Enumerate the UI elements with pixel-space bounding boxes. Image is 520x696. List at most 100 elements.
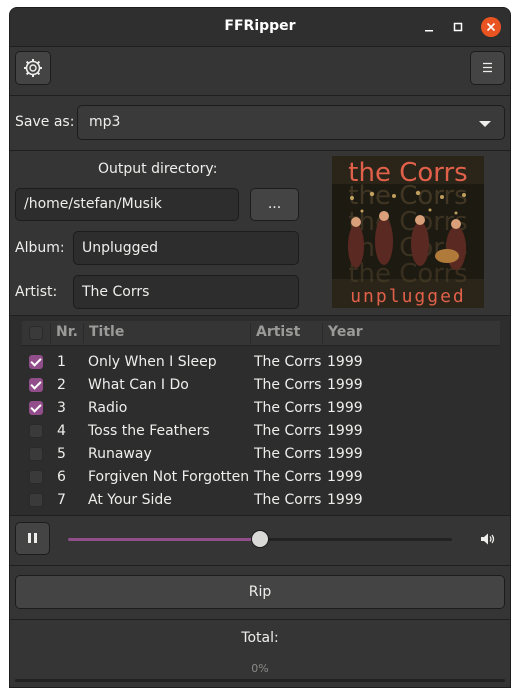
column-artist[interactable]: Artist <box>256 324 300 340</box>
track-row[interactable]: 4 Toss the Feathers The Corrs 1999 <box>22 420 500 443</box>
track-title: Radio <box>88 400 128 416</box>
track-nr: 3 <box>57 400 66 416</box>
track-row[interactable]: 5 Runaway The Corrs 1999 <box>22 443 500 466</box>
track-artist: The Corrs <box>254 377 322 393</box>
artist-label: Artist: <box>15 284 58 300</box>
app-window: FFRipper Save as: mp3 Output directory: … <box>9 7 511 688</box>
track-year: 1999 <box>327 492 363 508</box>
close-icon <box>486 22 496 32</box>
format-dropdown[interactable]: mp3 <box>77 105 505 140</box>
track-checkbox[interactable] <box>29 493 43 507</box>
seek-slider[interactable] <box>68 530 452 548</box>
rip-button[interactable]: Rip <box>15 575 505 609</box>
album-field[interactable]: Unplugged <box>73 231 299 265</box>
track-artist: The Corrs <box>254 400 322 416</box>
column-title[interactable]: Title <box>89 324 124 340</box>
total-progress-bar <box>15 679 505 682</box>
volume-button[interactable] <box>476 528 498 550</box>
track-nr: 5 <box>57 446 66 462</box>
album-cover: the Corrs the Corrs the Corrs the Corrs … <box>332 156 484 308</box>
save-as-label: Save as: <box>15 114 75 130</box>
track-row[interactable]: 3 Radio The Corrs 1999 <box>22 397 500 420</box>
divider <box>10 515 510 516</box>
column-separator <box>322 323 323 343</box>
track-title: Only When I Sleep <box>88 354 217 370</box>
track-artist: The Corrs <box>254 354 322 370</box>
track-checkbox[interactable] <box>29 470 43 484</box>
track-list: Nr. Title Artist Year 1 Only When I Sleep… <box>10 316 510 515</box>
track-year: 1999 <box>327 354 363 370</box>
divider <box>10 150 510 151</box>
divider <box>10 619 510 620</box>
album-value: Unplugged <box>82 240 159 256</box>
track-row[interactable]: 6 Forgiven Not Forgotten The Corrs 1999 <box>22 466 500 489</box>
track-year: 1999 <box>327 423 363 439</box>
track-checkbox[interactable] <box>29 447 43 461</box>
track-checkbox[interactable] <box>29 424 43 438</box>
select-all-checkbox[interactable] <box>29 326 43 340</box>
album-cover-subtitle: unplugged <box>350 286 466 307</box>
track-year: 1999 <box>327 446 363 462</box>
output-path-value: /home/stefan/Musik <box>24 196 162 212</box>
output-directory-label: Output directory: <box>98 161 218 177</box>
track-title: Toss the Feathers <box>88 423 210 439</box>
track-nr: 7 <box>57 492 66 508</box>
track-checkbox[interactable] <box>29 355 43 369</box>
maximize-icon <box>453 22 463 32</box>
album-label: Album: <box>15 240 65 256</box>
track-title: What Can I Do <box>88 377 189 393</box>
pause-icon <box>28 533 37 543</box>
pause-button[interactable] <box>15 522 50 555</box>
title-bar: FFRipper <box>10 8 510 47</box>
menu-button[interactable] <box>470 51 505 85</box>
output-path-field[interactable]: /home/stefan/Musik <box>15 188 239 221</box>
track-row[interactable]: 2 What Can I Do The Corrs 1999 <box>22 374 500 397</box>
track-row[interactable]: 1 Only When I Sleep The Corrs 1999 <box>22 351 500 374</box>
hamburger-menu-icon <box>483 62 492 73</box>
close-button[interactable] <box>481 17 501 37</box>
divider <box>10 565 510 566</box>
minimize-icon <box>425 30 433 32</box>
track-year: 1999 <box>327 377 363 393</box>
track-artist: The Corrs <box>254 446 322 462</box>
track-artist: The Corrs <box>254 423 322 439</box>
artist-value: The Corrs <box>82 284 150 300</box>
minimize-button[interactable] <box>419 17 439 37</box>
column-separator <box>50 323 51 343</box>
track-title: Runaway <box>88 446 152 462</box>
column-separator <box>83 323 84 343</box>
column-year[interactable]: Year <box>328 324 363 340</box>
maximize-button[interactable] <box>448 17 468 37</box>
track-year: 1999 <box>327 400 363 416</box>
artist-field[interactable]: The Corrs <box>73 275 299 309</box>
track-title: At Your Side <box>88 492 172 508</box>
gear-icon <box>24 59 42 77</box>
speaker-volume-icon <box>481 533 495 545</box>
total-label: Total: <box>241 630 279 646</box>
track-nr: 1 <box>57 354 66 370</box>
chevron-down-icon <box>479 121 491 127</box>
total-progress-text: 0% <box>251 662 269 675</box>
browse-button[interactable]: ... <box>250 188 299 221</box>
track-nr: 2 <box>57 377 66 393</box>
track-artist: The Corrs <box>254 469 322 485</box>
settings-button[interactable] <box>15 51 51 85</box>
column-separator <box>250 323 251 343</box>
track-artist: The Corrs <box>254 492 322 508</box>
divider <box>10 95 510 96</box>
format-value: mp3 <box>89 114 121 130</box>
track-list-header: Nr. Title Artist Year <box>22 321 500 346</box>
rip-label: Rip <box>248 584 272 600</box>
seek-handle[interactable] <box>251 530 269 548</box>
album-cover-title: the Corrs <box>348 158 468 188</box>
track-nr: 4 <box>57 423 66 439</box>
column-nr[interactable]: Nr. <box>56 324 78 340</box>
track-nr: 6 <box>57 469 66 485</box>
track-checkbox[interactable] <box>29 401 43 415</box>
track-title: Forgiven Not Forgotten <box>88 469 250 485</box>
track-year: 1999 <box>327 469 363 485</box>
seek-fill <box>68 538 260 541</box>
track-checkbox[interactable] <box>29 378 43 392</box>
track-row[interactable]: 7 At Your Side The Corrs 1999 <box>22 489 500 512</box>
browse-label: ... <box>267 196 282 212</box>
